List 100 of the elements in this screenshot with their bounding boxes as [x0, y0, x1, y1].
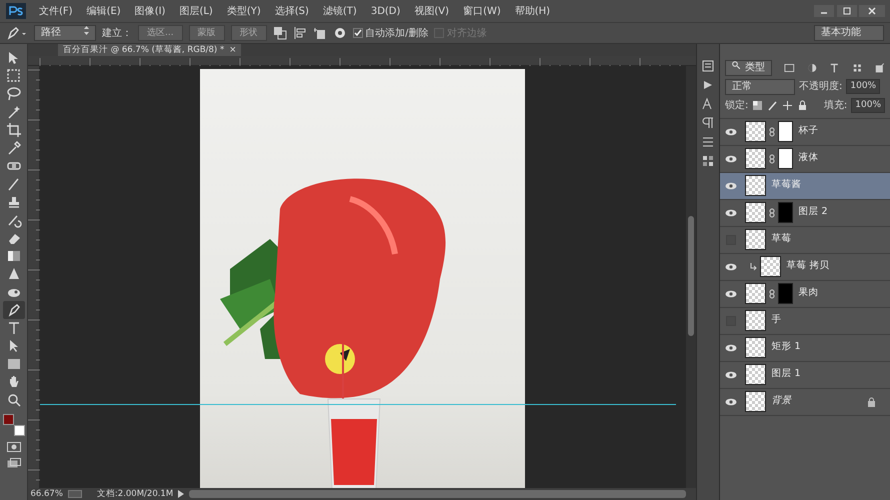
- menu-item[interactable]: 类型(Y): [220, 4, 268, 18]
- opacity-field[interactable]: 100%: [846, 79, 880, 94]
- foreground-color-swatch[interactable]: [2, 414, 14, 425]
- layer-thumbnail: [745, 337, 766, 358]
- fill-field[interactable]: 100%: [851, 98, 885, 113]
- layer-thumbnail: [745, 175, 766, 196]
- layer-thumbnail: [745, 391, 766, 412]
- checkbox-box[interactable]: [352, 28, 363, 38]
- layer-name: 草莓: [772, 232, 792, 246]
- eye-icon[interactable]: [725, 208, 737, 216]
- path-arrangement-icon[interactable]: [312, 26, 327, 40]
- lasso-icon[interactable]: [6, 86, 22, 102]
- eye-icon[interactable]: [725, 128, 737, 136]
- layer-row[interactable]: 草莓: [720, 226, 890, 254]
- layer-name: 图层 2: [798, 205, 828, 220]
- layer-row[interactable]: 图层 1: [720, 362, 890, 388]
- chain-link-icon: [769, 208, 775, 218]
- lock-position-icon[interactable]: [782, 100, 794, 111]
- screen-mode-icon[interactable]: [6, 458, 20, 468]
- menu-item[interactable]: 滤镜(T): [316, 4, 364, 18]
- menu-item[interactable]: 帮助(H): [508, 4, 558, 18]
- make-label: 建立：: [102, 26, 132, 40]
- layer-row[interactable]: 背景: [720, 388, 890, 416]
- minimize-icon[interactable]: [814, 5, 834, 17]
- adjustment-filter-icon[interactable]: [806, 62, 818, 74]
- menu-item[interactable]: 3D(D): [364, 4, 408, 18]
- brush-icon[interactable]: [6, 176, 22, 192]
- properties-icon[interactable]: [701, 135, 715, 149]
- play-arrow-icon[interactable]: [178, 490, 184, 498]
- layer-row[interactable]: 液体: [720, 146, 890, 172]
- crop-icon[interactable]: [6, 122, 22, 138]
- document-tab[interactable]: 百分百果汁 @ 66.7% (草莓酱, RGB/8) * ×: [58, 44, 242, 56]
- menu-item[interactable]: 图层(L): [172, 4, 220, 18]
- gradient-icon[interactable]: [6, 248, 22, 264]
- eye-icon[interactable]: [725, 398, 737, 406]
- eye-icon[interactable]: [725, 344, 737, 352]
- layer-row[interactable]: 矩形 1: [720, 334, 890, 362]
- scrollbar-thumb[interactable]: [688, 216, 694, 336]
- menu-item[interactable]: 图像(I): [128, 4, 172, 18]
- layer-thumbnail: [745, 283, 766, 304]
- layer-row[interactable]: 草莓 拷贝: [720, 254, 890, 280]
- layer-thumbnail: [745, 229, 766, 250]
- eye-icon[interactable]: [725, 262, 737, 270]
- document-title: 百分百果汁 @ 66.7% (草莓酱, RGB/8) *: [63, 44, 224, 56]
- menu-item[interactable]: 窗口(W): [456, 4, 508, 18]
- close-icon[interactable]: [859, 5, 885, 17]
- layer-thumbnail: [745, 202, 766, 223]
- pen-tool-icon[interactable]: [6, 26, 28, 40]
- layer-name: 背景: [772, 394, 792, 408]
- document-size: 文档:2.00M/20.1M: [96, 488, 174, 500]
- marquee-icon[interactable]: [6, 68, 22, 84]
- lock-label: 锁定:: [725, 98, 748, 113]
- auto-add-label: 自动添加/删除: [365, 26, 428, 40]
- smart-object-filter-icon[interactable]: [874, 62, 885, 74]
- eye-icon[interactable]: [725, 154, 737, 162]
- quick-mask-icon[interactable]: [6, 442, 20, 452]
- blend-mode-dropdown[interactable]: 正常: [725, 78, 795, 94]
- tab-close-button[interactable]: ×: [229, 44, 236, 56]
- layer-thumbnail: [745, 148, 766, 169]
- filter-dropdown[interactable]: 类型: [725, 60, 772, 76]
- eye-icon[interactable]: [725, 370, 737, 378]
- layer-name: 手: [772, 313, 782, 328]
- swatches-icon[interactable]: [701, 154, 715, 168]
- gear-icon[interactable]: [332, 26, 347, 40]
- shape-filter-icon[interactable]: [852, 62, 862, 74]
- lock-paint-icon[interactable]: [767, 100, 778, 111]
- lock-transparency-icon[interactable]: [752, 100, 764, 111]
- horizontal-scrollbar[interactable]: [189, 490, 686, 498]
- type-filter-icon[interactable]: [829, 62, 840, 74]
- layer-thumbnail: [760, 256, 781, 277]
- lock-icon[interactable]: [797, 100, 808, 111]
- menu-item[interactable]: 文件(F): [32, 4, 80, 18]
- menu-item[interactable]: 选择(S): [268, 4, 316, 18]
- eye-icon[interactable]: [725, 290, 737, 298]
- chain-link-icon: [769, 126, 775, 136]
- layer-row[interactable]: 杯子: [720, 118, 890, 146]
- rectangle-tool-icon[interactable]: [6, 356, 22, 372]
- layer-name: 果肉: [798, 286, 818, 300]
- menu-item[interactable]: 编辑(E): [80, 4, 128, 18]
- zoom-level[interactable]: 66.67%: [30, 488, 63, 500]
- layer-row[interactable]: 图层 2: [720, 200, 890, 226]
- background-color-swatch[interactable]: [14, 425, 24, 436]
- maximize-icon[interactable]: [836, 5, 856, 17]
- layer-row[interactable]: 草莓酱: [720, 172, 890, 200]
- layer-name: 矩形 1: [772, 340, 801, 354]
- layer-row[interactable]: 果肉: [720, 280, 890, 308]
- layer-row[interactable]: 手: [720, 308, 890, 334]
- workspace-dropdown[interactable]: 基本功能: [814, 25, 884, 41]
- layer-name: 液体: [798, 151, 818, 166]
- menu-item[interactable]: 视图(V): [407, 4, 456, 18]
- layer-name: 图层 1: [772, 367, 801, 382]
- path-operations-icon[interactable]: [272, 26, 287, 40]
- path-alignment-icon[interactable]: [292, 26, 307, 40]
- paragraph-icon[interactable]: [701, 116, 715, 130]
- mode-dropdown[interactable]: 路径: [34, 25, 96, 41]
- image-filter-icon[interactable]: [784, 62, 795, 74]
- app-logo-icon: [6, 3, 26, 19]
- eye-icon[interactable]: [725, 182, 737, 190]
- history-icon[interactable]: [701, 59, 715, 73]
- zoom-icon[interactable]: [6, 392, 22, 408]
